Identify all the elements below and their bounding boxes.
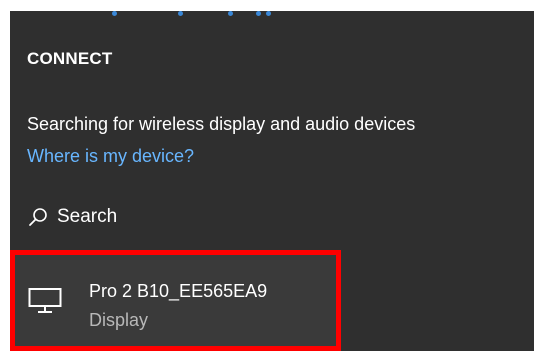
progress-dots [112,11,292,19]
device-type: Display [89,310,149,330]
device-name: Pro 2 B10_EE565EA9 [89,281,268,301]
search-button[interactable]: Search [27,203,117,231]
monitor-icon [28,287,62,315]
progress-dot [228,11,233,16]
connect-panel: CONNECT Searching for wireless display a… [10,11,534,351]
search-icon [27,206,49,228]
progress-dot [266,11,271,16]
progress-dot [112,11,117,16]
where-is-my-device-link[interactable]: Where is my device? [27,146,194,167]
panel-title: CONNECT [27,49,113,68]
search-status-text: Searching for wireless display and audio… [27,114,416,134]
search-label: Search [57,206,118,227]
progress-dot [178,11,183,16]
progress-dot [256,11,261,16]
device-item-pro-2[interactable]: Pro 2 B10_EE565EA9 Display [10,250,341,351]
